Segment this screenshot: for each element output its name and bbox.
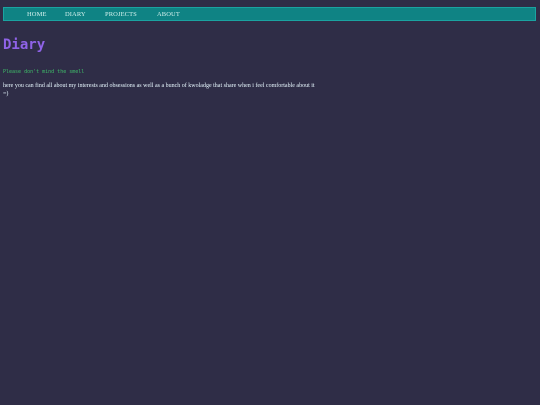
nav-link-diary[interactable]: DIARY	[65, 11, 86, 18]
top-navbar: HOME DIARY PROJECTS ABOUT	[3, 7, 536, 21]
page-subtitle: Please don't mind the smell	[3, 69, 85, 75]
page: HOME DIARY PROJECTS ABOUT Diary Please d…	[0, 0, 540, 405]
page-title: Diary	[3, 37, 46, 53]
intro-paragraph: here you can find all about my interests…	[3, 82, 423, 98]
nav-link-home[interactable]: HOME	[27, 11, 47, 18]
nav-link-about[interactable]: ABOUT	[157, 11, 180, 18]
emoticon-text: =)	[3, 91, 9, 97]
nav-link-projects[interactable]: PROJECTS	[105, 11, 137, 18]
intro-text: here you can find all about my interests…	[3, 83, 315, 89]
